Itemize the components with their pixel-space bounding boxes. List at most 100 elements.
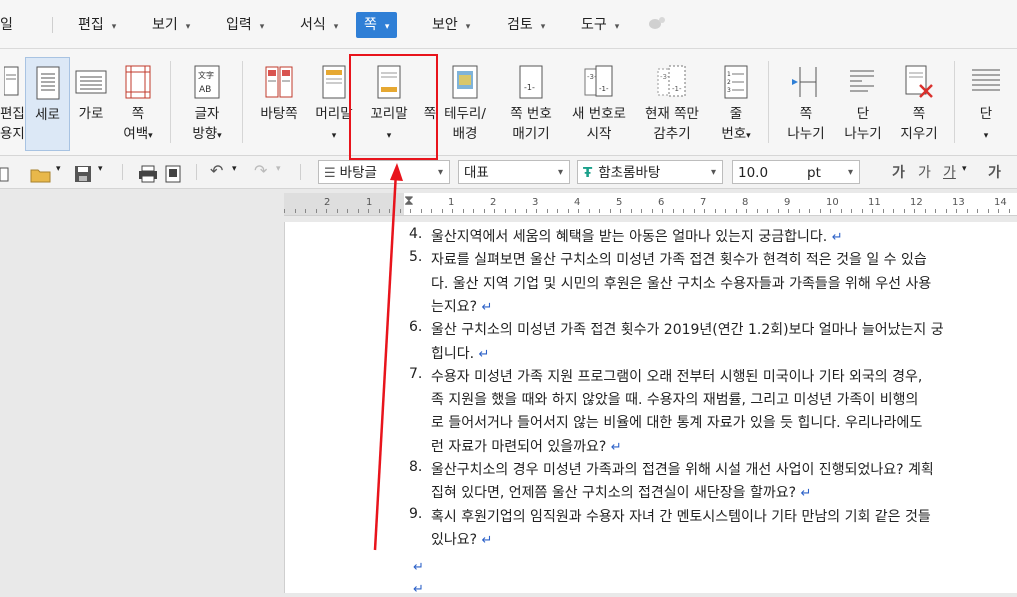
chevron-down-icon[interactable]: ▾ — [232, 164, 237, 186]
ruler-tick — [977, 209, 978, 213]
new-doc-icon-partial[interactable] — [0, 164, 10, 186]
ribbon-column-break-button[interactable]: 단 나누기 — [836, 57, 890, 149]
document-line[interactable]: 자료를 실펴보면 울산 구치소의 미성년 가족 접견 횟수가 현격히 적은 것을… — [431, 249, 927, 269]
print-icon[interactable] — [138, 163, 158, 185]
document-line[interactable]: 는지요? ↵ — [431, 296, 492, 316]
menu-format[interactable]: 서식 ▾ — [300, 13, 338, 37]
menu-review[interactable]: 검토 ▾ — [507, 13, 545, 37]
return-mark-icon: ↵ — [481, 533, 493, 548]
ruler-label: 1 — [448, 197, 455, 208]
ribbon-text-direction-label: 글자 방향▾ — [192, 106, 222, 142]
char-spacing-button[interactable]: 가 — [943, 162, 956, 182]
ribbon-edit-paper-partial[interactable]: 편집 용지 — [0, 57, 25, 149]
chevron-down-icon[interactable]: ▾ — [98, 164, 103, 186]
print-preview-icon[interactable] — [164, 163, 182, 185]
ribbon-horizontal-button[interactable]: 가로 — [70, 57, 112, 149]
ribbon-background-page-button[interactable]: 바탕쪽 — [254, 57, 304, 149]
ruler-tick — [652, 209, 653, 213]
font-value: 함초롬바탕 — [598, 165, 661, 181]
chevron-down-icon: ▾ — [333, 22, 339, 32]
ribbon-partial-label: 편집 용지 — [0, 106, 25, 142]
menu-edit[interactable]: 편집 ▾ — [78, 13, 116, 37]
menu-tools[interactable]: 도구 ▾ — [581, 13, 619, 37]
document-line[interactable]: 족 지원을 했을 때와 하지 않았을 때. 수용자의 재범률, 그리고 미성년 … — [431, 389, 918, 409]
font-size-increase-button[interactable]: 가 — [892, 162, 905, 182]
horizontal-ruler[interactable]: 2 1 1 2 3 4 5 6 7 8 9 10 11 12 13 14 ⧗ — [284, 193, 1017, 216]
ruler-tick — [830, 209, 831, 213]
font-select[interactable]: Ŧ 함초롬바탕 ▾ — [577, 160, 723, 184]
menu-insert[interactable]: 입력 ▾ — [226, 13, 264, 37]
document-line-text: 혹시 후원기업의 임직원과 수용자 자녀 간 멘토시스템이나 기타 만남의 기회… — [431, 509, 931, 525]
menu-page[interactable]: 쪽 ▾ — [356, 12, 398, 38]
ribbon-new-number-label: 새 번호로 시작 — [572, 106, 626, 142]
language-select[interactable]: 대표 ▾ — [458, 160, 570, 184]
style-select[interactable]: ☰ 바탕글 ▾ — [318, 160, 450, 184]
ruler-tick — [736, 209, 737, 213]
redo-icon[interactable]: ↷ — [254, 161, 267, 183]
chevron-down-icon[interactable]: ▾ — [276, 164, 281, 186]
ruler-tick — [935, 209, 936, 213]
ribbon-page-delete-button[interactable]: 쪽 지우기 — [892, 57, 946, 149]
document-line[interactable]: 다. 울산 지역 기업 및 시민의 후원은 울산 구치소 수용자들과 가족들을 … — [431, 273, 931, 293]
ruler-label: 7 — [700, 197, 707, 208]
ribbon-page-numbering-button[interactable]: -1- 쪽 번호 매기기 — [498, 57, 564, 149]
page-break-icon — [792, 67, 817, 97]
chevron-down-icon[interactable]: ▾ — [962, 164, 967, 186]
chat-bubble-icon[interactable] — [648, 16, 666, 32]
ribbon-divider — [242, 61, 243, 143]
document-line[interactable]: 울산 구치소의 미성년 가족 접견 횟수가 2019년(연간 1.2회)보다 얼… — [431, 319, 944, 339]
chevron-down-icon: ▾ — [540, 22, 546, 32]
document-line-text: 자료를 실펴보면 울산 구치소의 미성년 가족 접견 횟수가 현격히 적은 것을… — [431, 252, 927, 268]
ribbon-border-background-button[interactable]: 테두리/배경 — [440, 57, 490, 149]
document-line[interactable]: 로 들어서거나 들어서지 않는 비율에 대한 통계 자료가 있을 듯 힙니다. … — [431, 412, 922, 432]
document-line-text: 다. 울산 지역 기업 및 시민의 후원은 울산 구치소 수용자들과 가족들을 … — [431, 276, 932, 292]
open-folder-icon[interactable] — [30, 164, 52, 186]
chevron-down-icon[interactable]: ▾ — [56, 164, 61, 186]
ruler-tick — [326, 209, 327, 213]
menu-bar: 일 편집 ▾ 보기 ▾ 입력 ▾ 서식 ▾ 쪽 ▾ 보안 ▾ 검토 ▾ 도구 ▾ — [0, 0, 1017, 49]
ribbon-vertical-button[interactable]: 세로 — [25, 57, 70, 151]
document-page[interactable]: 4. 울산지역에서 세움의 혜택을 받는 아동은 얼마나 있는지 궁금합니다. ↵… — [284, 222, 1017, 597]
ruler-tick — [799, 209, 800, 213]
font-size-unit: pt — [807, 165, 821, 181]
menu-view[interactable]: 보기 ▾ — [152, 13, 190, 37]
document-line[interactable]: 런 자료가 마련되어 있을까요? ↵ — [431, 436, 622, 456]
ruler-tick — [841, 209, 842, 213]
document-line[interactable]: 집혀 있다면, 언제쯤 울산 구치소의 접견실이 새단장을 할까요? ↵ — [431, 482, 811, 502]
char-width-button[interactable]: 가 — [988, 162, 1001, 182]
document-line[interactable]: 울산지역에서 세움의 혜택을 받는 아동은 얼마나 있는지 궁금합니다. ↵ — [431, 226, 843, 246]
ribbon-column-button[interactable]: 단 ▾ — [964, 57, 1008, 149]
list-number: 4. — [409, 226, 423, 242]
ribbon-hide-current-label: 현재 쪽만 감추기 — [645, 106, 699, 142]
menu-security[interactable]: 보안 ▾ — [432, 13, 470, 37]
menu-file-partial[interactable]: 일 — [0, 13, 13, 37]
format-toolbar: ▾ ▾ ↶ ▾ ↷ ▾ ☰ 바탕글 ▾ 대표 ▾ Ŧ 함초롬바탕 ▾ 10.0 pt… — [0, 156, 1017, 189]
list-number: 9. — [409, 506, 423, 522]
document-line[interactable]: 혹시 후원기업의 임직원과 수용자 자녀 간 멘토시스템이나 기타 만남의 기회… — [431, 506, 931, 526]
ribbon-new-number-button[interactable]: -3- -1- 새 번호로 시작 — [566, 57, 632, 149]
ribbon-hide-current-button[interactable]: -3- -1- 현재 쪽만 감추기 — [636, 57, 708, 149]
text-direction-icon: 文字 AB — [194, 65, 220, 99]
document-line-text: 수용자 미성년 가족 지원 프로그램이 오래 전부터 시행된 미국이나 기타 외… — [431, 369, 923, 385]
ruler-margin-area — [284, 193, 404, 215]
ribbon-line-number-button[interactable]: 1 2 3 줄 번호▾ — [712, 57, 760, 149]
ruler-tick — [767, 209, 768, 213]
document-line[interactable]: 울산구치소의 경우 미성년 가족과의 접견을 위해 시설 개선 사업이 진행되었… — [431, 459, 934, 479]
ribbon-page-break-button[interactable]: 쪽 나누기 — [778, 57, 834, 149]
document-line[interactable]: 힙니다. ↵ — [431, 343, 489, 363]
indent-marker-icon[interactable]: ⧗ — [404, 194, 414, 208]
ruler-tick — [631, 209, 632, 213]
ruler-label: 11 — [868, 197, 881, 208]
document-line[interactable]: 있나요? ↵ — [431, 529, 492, 549]
save-icon[interactable] — [74, 163, 92, 185]
ribbon-page-margin-button[interactable]: 쪽 여백▾ — [114, 57, 162, 149]
ruler-tick — [452, 209, 453, 213]
ribbon-column-label: 단 ▾ — [979, 106, 993, 141]
font-size-input[interactable]: 10.0 pt ▾ — [732, 160, 860, 184]
undo-icon[interactable]: ↶ — [210, 161, 223, 183]
ruler-tick — [442, 209, 443, 213]
document-line[interactable]: 수용자 미성년 가족 지원 프로그램이 오래 전부터 시행된 미국이나 기타 외… — [431, 366, 922, 386]
portrait-page-icon — [36, 66, 59, 100]
font-size-decrease-button[interactable]: 가 — [918, 162, 931, 182]
ribbon-text-direction-button[interactable]: 文字 AB 글자 방향▾ — [180, 57, 234, 149]
